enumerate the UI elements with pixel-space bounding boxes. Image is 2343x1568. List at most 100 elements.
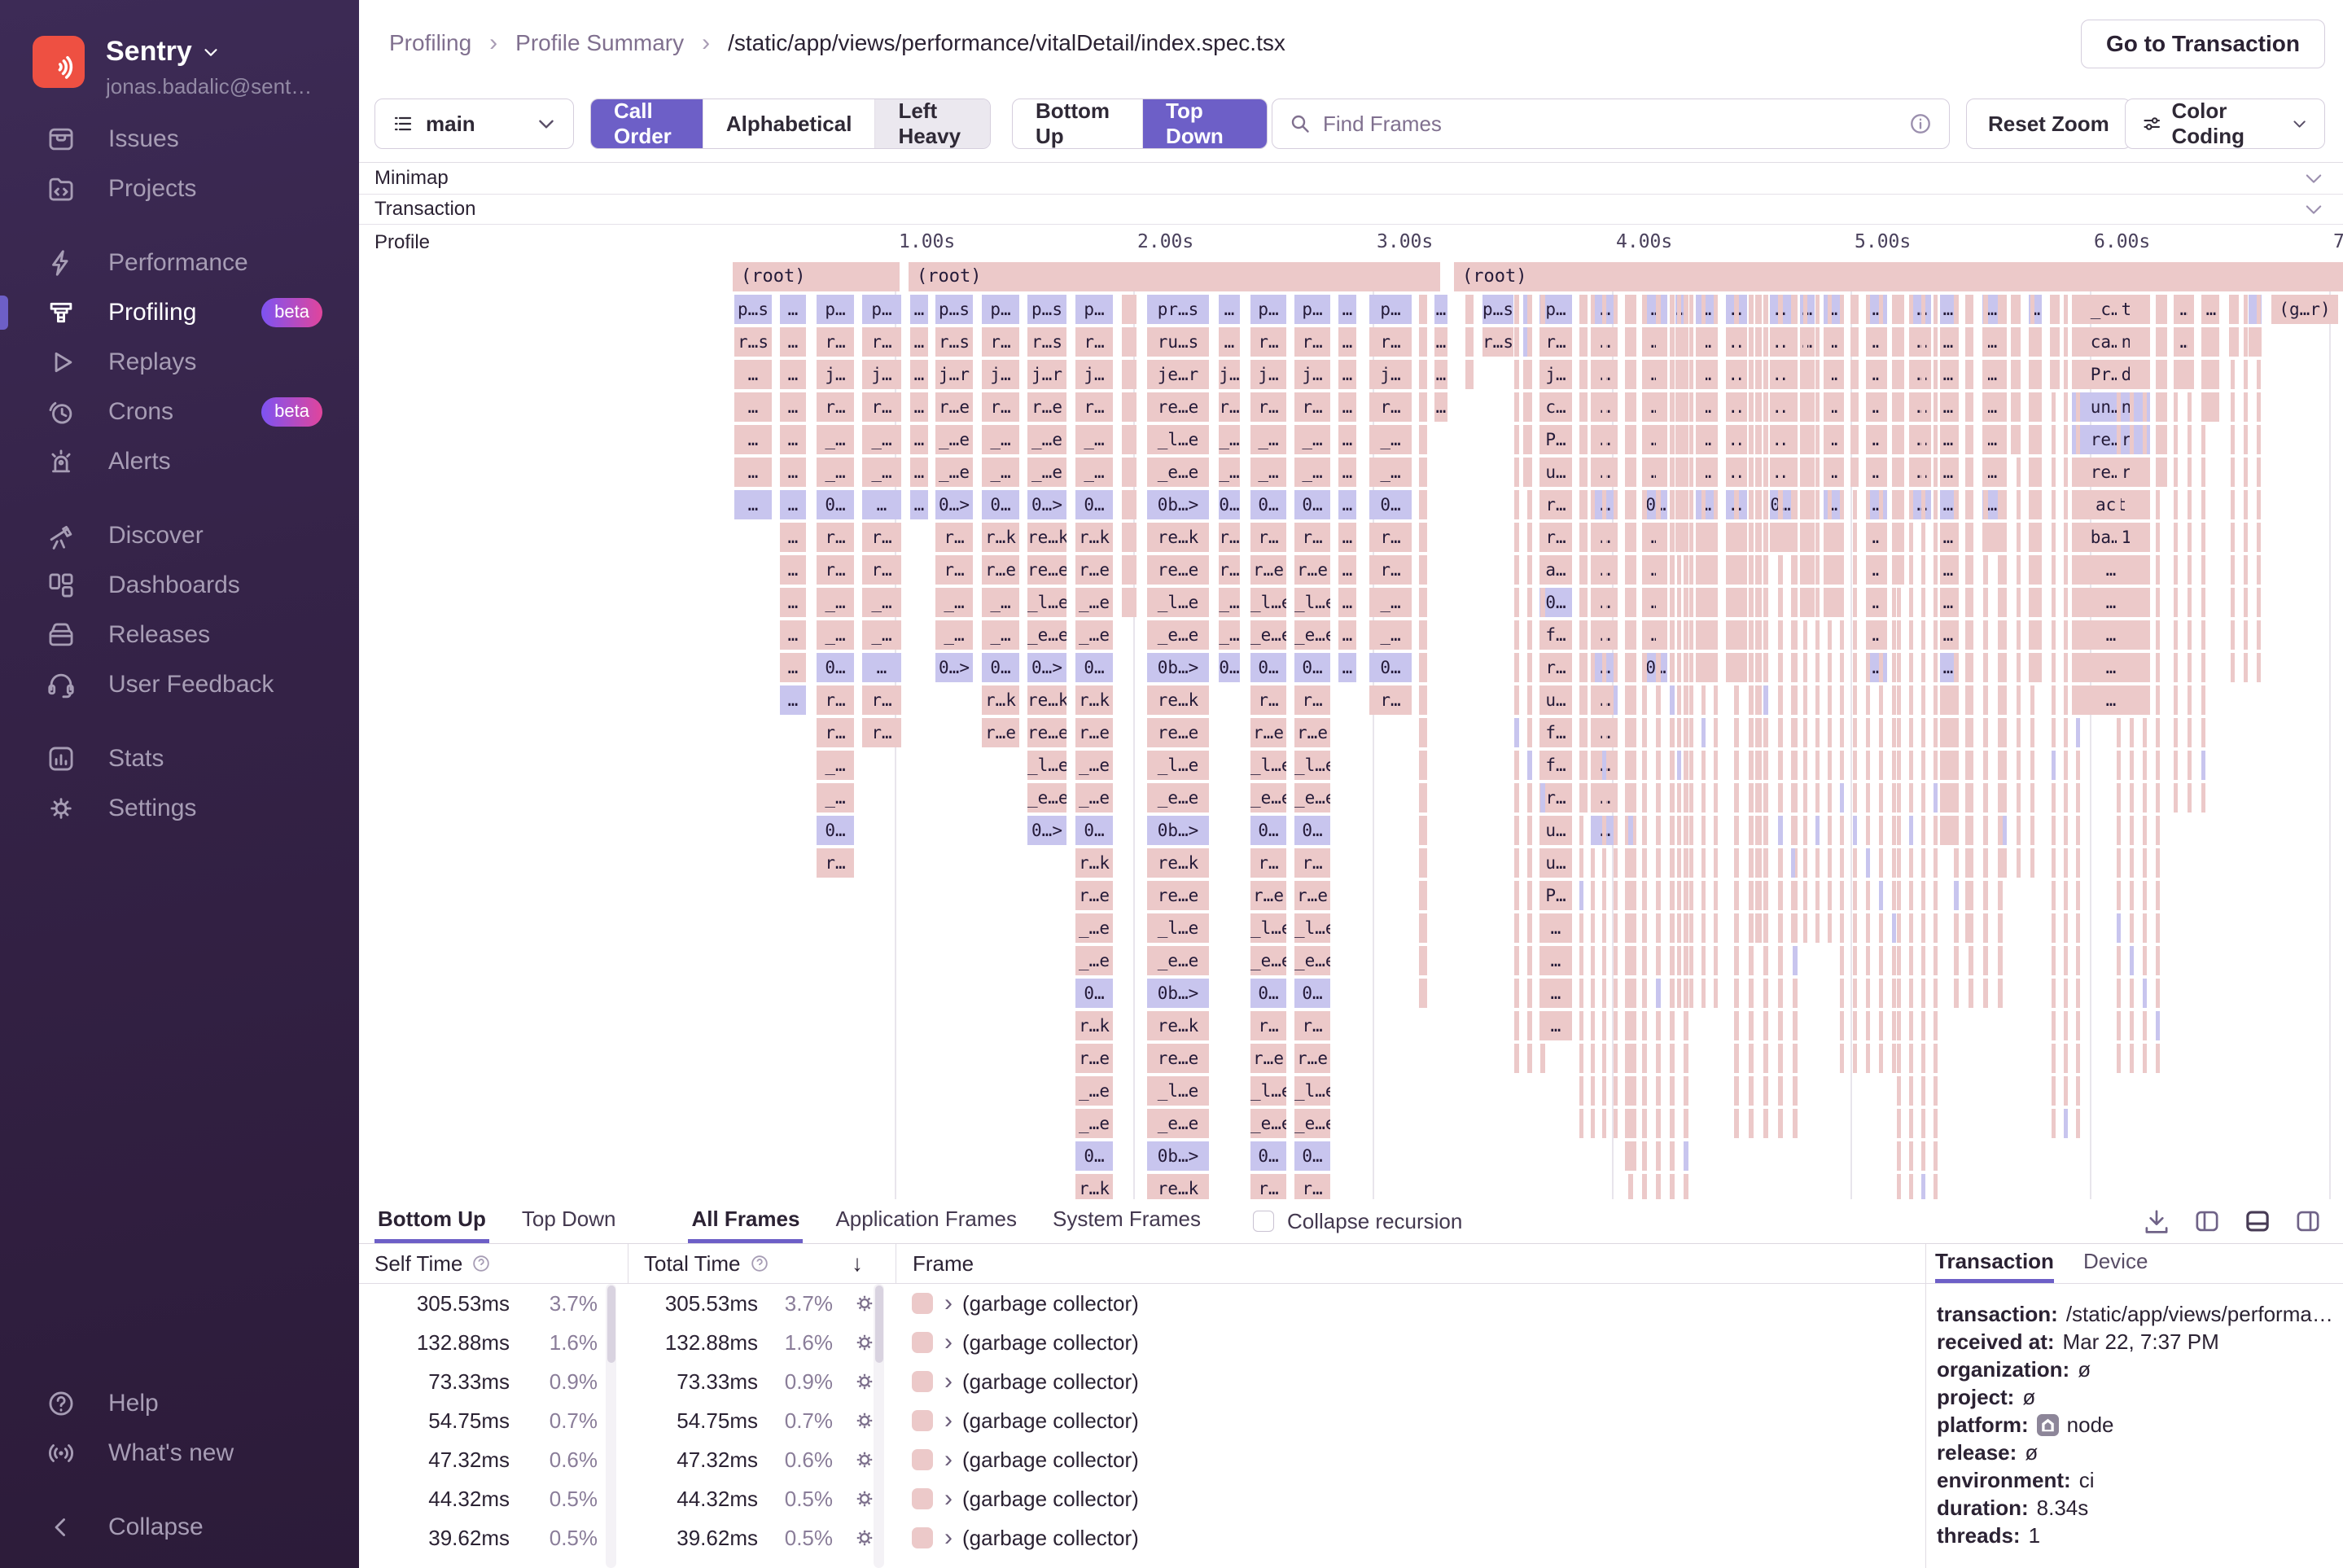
flame-frame[interactable]: r… (817, 327, 854, 357)
flame-frame[interactable]: r… (1369, 555, 1412, 585)
flame-frame[interactable] (2130, 913, 2134, 943)
flame-frame[interactable] (1714, 751, 1718, 780)
flame-frame[interactable] (1591, 1076, 1595, 1106)
flame-frame[interactable]: p… (1294, 295, 1330, 324)
flame-frame[interactable] (1969, 458, 1973, 487)
flame-frame[interactable] (1714, 848, 1718, 878)
flame-frame[interactable] (1642, 458, 1647, 487)
flame-frame[interactable] (1892, 979, 1896, 1008)
flame-frame[interactable] (1701, 946, 1706, 975)
flame-frame[interactable]: r… (1294, 848, 1330, 878)
flame-frame[interactable] (1853, 588, 1857, 617)
flame-frame[interactable]: … (1338, 425, 1356, 454)
flame-frame[interactable] (1897, 881, 1901, 910)
flame-frame[interactable]: r… (817, 685, 854, 715)
flame-frame[interactable] (2156, 555, 2160, 585)
flame-frame[interactable] (1749, 295, 1754, 324)
flame-frame[interactable] (1656, 1174, 1661, 1199)
flame-frame[interactable] (2174, 783, 2178, 812)
flame-frame[interactable]: _e…e (1294, 620, 1330, 650)
flame-frame[interactable] (2143, 1011, 2147, 1040)
flame-frame[interactable] (1954, 295, 1959, 324)
flame-frame[interactable] (1677, 751, 1681, 780)
flame-frame[interactable] (1749, 913, 1754, 943)
flame-frame[interactable] (1591, 620, 1595, 650)
flame-frame[interactable] (1614, 620, 1618, 650)
flame-frame[interactable] (1656, 1011, 1661, 1040)
flame-frame[interactable]: _…e (1075, 913, 1113, 943)
flame-frame[interactable] (1514, 848, 1519, 878)
flame-frame[interactable] (1734, 327, 1739, 357)
flame-frame[interactable]: 0b…> (1147, 816, 1209, 845)
flame-frame[interactable] (2159, 360, 2167, 389)
flame-frame[interactable] (1763, 913, 1768, 943)
flame-frame[interactable] (2156, 490, 2160, 519)
flame-frame[interactable] (1954, 588, 1959, 617)
flame-frame[interactable] (1656, 653, 1661, 682)
flame-frame[interactable] (1897, 783, 1901, 812)
flame-frame[interactable] (2064, 685, 2068, 715)
flame-frame[interactable]: r… (1250, 523, 1286, 552)
flame-frame[interactable] (1684, 295, 1688, 324)
flame-frame[interactable] (1602, 588, 1606, 617)
flame-frame[interactable]: _…e (1027, 425, 1066, 454)
flame-frame[interactable] (2117, 718, 2121, 747)
flame-frame[interactable] (1921, 1044, 1925, 1073)
flame-frame[interactable]: … (2072, 588, 2150, 617)
flame-frame[interactable] (1791, 392, 1795, 422)
flame-frame[interactable] (1714, 425, 1718, 454)
flame-frame[interactable] (1419, 881, 1427, 910)
flame-frame[interactable] (1778, 458, 1783, 487)
flame-frame[interactable] (1656, 327, 1661, 357)
flame-frame[interactable] (2130, 946, 2134, 975)
flame-frame[interactable] (1591, 360, 1595, 389)
expand-chevron-icon[interactable]: › (944, 1290, 953, 1317)
flame-frame[interactable] (1677, 881, 1681, 910)
flame-frame[interactable] (2143, 783, 2147, 812)
flame-frame[interactable]: 0… (1075, 653, 1113, 682)
flame-frame[interactable] (2117, 685, 2121, 715)
flame-frame[interactable] (2017, 718, 2021, 747)
flame-frame[interactable] (1749, 881, 1754, 910)
flame-frame[interactable] (1602, 620, 1606, 650)
flame-frame[interactable] (1793, 946, 1798, 975)
flame-frame[interactable]: _… (935, 588, 973, 617)
flame-frame[interactable] (1579, 816, 1583, 845)
flame-frame[interactable]: re…e (1027, 555, 1066, 585)
flame-frame[interactable]: … (734, 458, 772, 487)
flame-frame[interactable]: r…e (982, 555, 1019, 585)
flame-frame[interactable]: r…e (1075, 718, 1113, 747)
flame-frame[interactable] (1579, 327, 1583, 357)
flame-frame[interactable]: r…k (1075, 1174, 1113, 1199)
flame-frame[interactable] (1689, 425, 1693, 454)
flame-frame[interactable] (1614, 653, 1618, 682)
flame-frame[interactable]: r… (1250, 685, 1286, 715)
flame-frame[interactable] (2003, 588, 2007, 617)
flame-frame[interactable]: j… (1250, 360, 1286, 389)
flame-frame[interactable] (2257, 620, 2261, 650)
flame-frame[interactable] (1778, 1076, 1783, 1106)
flame-frame[interactable] (2244, 555, 2248, 585)
flame-frame[interactable] (2143, 327, 2147, 357)
flame-frame[interactable] (1892, 620, 1896, 650)
flame-frame[interactable] (1684, 458, 1688, 487)
flame-frame[interactable] (1689, 913, 1693, 943)
flame-frame[interactable] (1983, 327, 1988, 357)
flame-frame[interactable]: r… (935, 555, 973, 585)
flame-frame[interactable] (2017, 490, 2021, 519)
flame-frame[interactable] (2244, 327, 2248, 357)
flame-frame[interactable] (1465, 295, 1474, 324)
flame-frame[interactable] (1853, 653, 1857, 682)
flame-frame[interactable] (2003, 816, 2007, 845)
flame-frame[interactable] (1921, 295, 1925, 324)
self-scrollbar[interactable] (606, 1284, 616, 1568)
flame-frame[interactable] (1755, 295, 1762, 324)
flame-frame[interactable] (1921, 783, 1925, 812)
flame-frame[interactable] (2156, 979, 2160, 1008)
flame-frame[interactable] (1514, 816, 1519, 845)
flame-frame[interactable]: un…n (2072, 392, 2150, 422)
flame-frame[interactable] (1591, 913, 1595, 943)
flame-frame[interactable] (1897, 425, 1901, 454)
flame-frame[interactable] (1579, 848, 1583, 878)
flame-frame[interactable] (2130, 848, 2134, 878)
